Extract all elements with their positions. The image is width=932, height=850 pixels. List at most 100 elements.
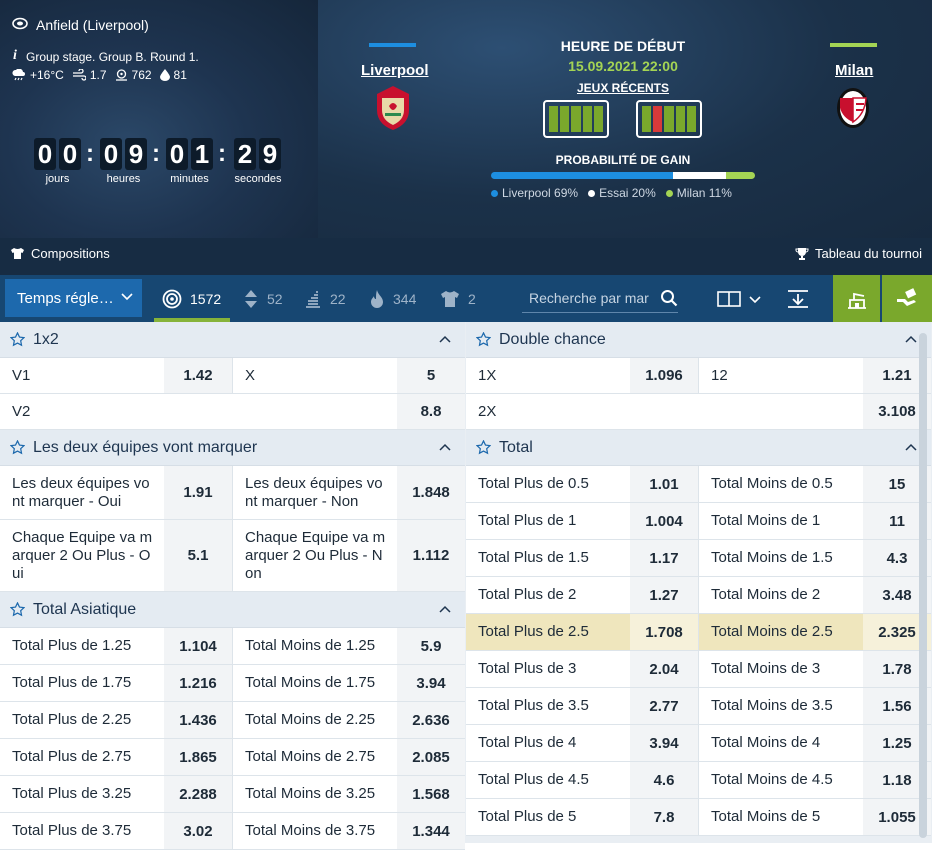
odds-outcome[interactable]: Les deux équipes vo nt marquer - Non 1.84… xyxy=(232,466,465,519)
odds-value[interactable]: 5.1 xyxy=(164,520,232,591)
odds-outcome[interactable]: Total Moins de 1 11 xyxy=(698,503,931,539)
odds-outcome[interactable]: Total Plus de 2 1.27 xyxy=(466,577,698,613)
field-view-button[interactable] xyxy=(833,275,880,322)
odds-value[interactable]: 1.104 xyxy=(164,628,232,664)
odds-value[interactable]: 2.085 xyxy=(397,739,465,775)
odds-value[interactable]: 1.42 xyxy=(164,358,232,393)
odds-value[interactable]: 3.02 xyxy=(164,813,232,849)
chevron-up-icon[interactable] xyxy=(905,334,917,344)
chevron-up-icon[interactable] xyxy=(905,442,917,452)
odds-value[interactable]: 1.865 xyxy=(164,739,232,775)
odds-outcome[interactable]: Total Moins de 1.5 4.3 xyxy=(698,540,931,576)
search-icon[interactable] xyxy=(660,289,678,307)
odds-outcome[interactable]: Total Moins de 2.5 2.325 xyxy=(698,614,931,650)
odds-outcome[interactable]: Total Plus de 2.25 1.436 xyxy=(0,702,232,738)
filter-kit[interactable]: 2 xyxy=(440,275,476,322)
odds-value[interactable]: 1.112 xyxy=(397,520,465,591)
tournament-table-link[interactable]: Tableau du tournoi xyxy=(795,246,922,261)
odds-outcome[interactable]: Chaque Equipe va m arquer 2 Ou Plus - O … xyxy=(0,520,232,591)
home-team-name[interactable]: Liverpool xyxy=(361,62,429,79)
odds-outcome[interactable]: 2X xyxy=(466,394,699,429)
odds-outcome[interactable]: Total Plus de 4 3.94 xyxy=(466,725,698,761)
odds-value[interactable]: 1.568 xyxy=(397,776,465,812)
odds-value[interactable]: 1.096 xyxy=(630,358,698,393)
odds-outcome[interactable]: Total Plus de 0.5 1.01 xyxy=(466,466,698,502)
odds-outcome[interactable]: Chaque Equipe va m arquer 2 Ou Plus - N … xyxy=(232,520,465,591)
star-icon[interactable] xyxy=(476,440,491,455)
odds-outcome[interactable]: Total Plus de 5 7.8 xyxy=(466,799,698,835)
market-search[interactable] xyxy=(522,283,678,313)
odds-value[interactable]: 1.708 xyxy=(630,614,698,650)
filter-all-markets[interactable]: 1572 xyxy=(162,275,221,322)
filter-stats[interactable]: 22 xyxy=(304,275,346,322)
odds-value[interactable]: 4.6 xyxy=(630,762,698,798)
star-icon[interactable] xyxy=(10,602,25,617)
odds-outcome[interactable]: V2 xyxy=(0,394,233,429)
market-header[interactable]: Double chance xyxy=(466,322,931,358)
odds-outcome[interactable]: Total Plus de 2.5 1.708 xyxy=(466,614,698,650)
odds-outcome[interactable]: X5 xyxy=(232,358,465,393)
odds-outcome[interactable]: V1 1.42 xyxy=(0,358,232,393)
chevron-up-icon[interactable] xyxy=(439,604,451,614)
odds-value[interactable]: 1.91 xyxy=(164,466,232,519)
chevron-up-icon[interactable] xyxy=(439,442,451,452)
compositions-link[interactable]: Compositions xyxy=(10,246,110,261)
odds-outcome[interactable]: Total Moins de 1.75 3.94 xyxy=(232,665,465,701)
home-recent-form[interactable] xyxy=(543,100,609,138)
odds-value[interactable]: 3.94 xyxy=(397,665,465,701)
liverpool-crest-icon[interactable] xyxy=(373,84,413,132)
odds-outcome[interactable]: Total Plus de 1 1.004 xyxy=(466,503,698,539)
odds-outcome[interactable]: Total Plus de 1.5 1.17 xyxy=(466,540,698,576)
chevron-up-icon[interactable] xyxy=(439,334,451,344)
odds-value[interactable]: 2.77 xyxy=(630,688,698,724)
period-dropdown[interactable]: Temps régle… xyxy=(5,279,142,317)
odds-outcome[interactable]: Total Plus de 3.5 2.77 xyxy=(466,688,698,724)
away-recent-form[interactable] xyxy=(636,100,702,138)
star-icon[interactable] xyxy=(476,332,491,347)
layout-columns-toggle[interactable] xyxy=(717,275,761,322)
odds-outcome[interactable]: Total Plus de 1.75 1.216 xyxy=(0,665,232,701)
filter-hot[interactable]: 344 xyxy=(369,275,416,322)
odds-value[interactable]: 1.344 xyxy=(397,813,465,849)
odds-value[interactable]: 7.8 xyxy=(630,799,698,835)
odds-outcome[interactable]: Total Moins de 3.25 1.568 xyxy=(232,776,465,812)
odds-value[interactable]: 1.27 xyxy=(630,577,698,613)
odds-outcome[interactable]: Total Plus de 2.75 1.865 xyxy=(0,739,232,775)
collapse-all-button[interactable] xyxy=(786,275,810,322)
odds-outcome[interactable]: Les deux équipes vo nt marquer - Oui 1.91 xyxy=(0,466,232,519)
odds-value[interactable]: 1.436 xyxy=(164,702,232,738)
odds-outcome[interactable]: Total Plus de 3.75 3.02 xyxy=(0,813,232,849)
odds-value[interactable]: 1.216 xyxy=(164,665,232,701)
odds-outcome[interactable]: Total Plus de 3 2.04 xyxy=(466,651,698,687)
odds-value[interactable]: 1.004 xyxy=(630,503,698,539)
odds-outcome[interactable]: Total Moins de 5 1.055 xyxy=(698,799,931,835)
filter-handicap[interactable]: 52 xyxy=(243,275,283,322)
odds-outcome[interactable]: Total Plus de 4.5 4.6 xyxy=(466,762,698,798)
odds-outcome[interactable]: 1X 1.096 xyxy=(466,358,698,393)
recent-games-link[interactable]: JEUX RÉCENTS xyxy=(540,81,706,95)
odds-value[interactable]: 2.04 xyxy=(630,651,698,687)
odds-value[interactable]: 1.01 xyxy=(630,466,698,502)
milan-crest-icon[interactable] xyxy=(834,84,872,132)
bet-slip-button[interactable] xyxy=(882,275,932,322)
odds-outcome[interactable]: Total Moins de 1.25 5.9 xyxy=(232,628,465,664)
odds-value[interactable]: 8.8 xyxy=(397,394,465,429)
odds-value[interactable]: 2.636 xyxy=(397,702,465,738)
odds-outcome[interactable]: Total Moins de 2.75 2.085 xyxy=(232,739,465,775)
odds-outcome[interactable]: Total Moins de 4 1.25 xyxy=(698,725,931,761)
odds-value[interactable]: 1.17 xyxy=(630,540,698,576)
market-header[interactable]: Total xyxy=(466,430,931,466)
odds-outcome[interactable]: Total Moins de 3.5 1.56 xyxy=(698,688,931,724)
odds-outcome[interactable]: Total Plus de 1.25 1.104 xyxy=(0,628,232,664)
odds-outcome[interactable]: 12 1.21 xyxy=(698,358,931,393)
star-icon[interactable] xyxy=(10,332,25,347)
odds-outcome[interactable]: Total Moins de 4.5 1.18 xyxy=(698,762,931,798)
odds-outcome[interactable]: Total Plus de 3.25 2.288 xyxy=(0,776,232,812)
odds-outcome[interactable]: Total Moins de 2.25 2.636 xyxy=(232,702,465,738)
market-header[interactable]: Les deux équipes vont marquer xyxy=(0,430,465,466)
odds-value[interactable]: 1.848 xyxy=(397,466,465,519)
search-input[interactable] xyxy=(529,289,655,306)
odds-outcome[interactable]: Total Moins de 2 3.48 xyxy=(698,577,931,613)
odds-value[interactable]: 5 xyxy=(397,358,465,393)
odds-outcome[interactable]: Total Moins de 3.75 1.344 xyxy=(232,813,465,849)
